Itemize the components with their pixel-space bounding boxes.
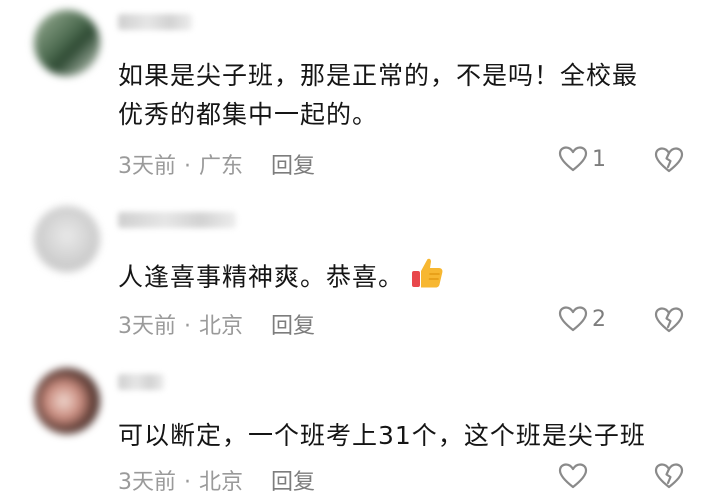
heart-outline-icon	[558, 145, 588, 173]
comment-text: 如果是尖子班，那是正常的，不是吗！全校最 优秀的都集中一起的。	[118, 56, 638, 134]
thumbs-up-icon	[408, 254, 446, 303]
comment-text: 人逢喜事精神爽。恭喜。	[118, 254, 446, 303]
comment-location: 北京	[199, 314, 244, 339]
comment-meta: 3天前 · 北京 回复	[118, 308, 315, 340]
username-blurred[interactable]	[118, 374, 164, 390]
avatar[interactable]	[34, 10, 100, 76]
dislike-button[interactable]	[654, 306, 684, 338]
broken-heart-icon	[654, 463, 684, 494]
comment-line: 优秀的都集中一起的。	[118, 100, 379, 129]
comment-line: 可以断定，一个班考上31个，这个班是尖子班	[118, 421, 646, 450]
comment-meta: 3天前 · 广东 回复	[118, 148, 315, 180]
comment-time: 3天前	[118, 154, 176, 179]
broken-heart-icon	[654, 147, 684, 178]
reply-button[interactable]: 回复	[271, 308, 315, 340]
reply-button[interactable]: 回复	[271, 464, 315, 496]
separator-dot: ·	[184, 470, 191, 495]
username-blurred[interactable]	[118, 14, 192, 30]
avatar[interactable]	[34, 368, 100, 434]
like-button[interactable]: 1	[558, 145, 606, 173]
like-button[interactable]: 2	[558, 305, 606, 333]
heart-outline-icon	[558, 305, 588, 333]
comment-line: 如果是尖子班，那是正常的，不是吗！全校最	[118, 61, 639, 90]
comment-location: 北京	[199, 470, 244, 495]
comment-time: 3天前	[118, 314, 176, 339]
dislike-button[interactable]	[654, 146, 684, 178]
separator-dot: ·	[184, 314, 191, 339]
username-blurred[interactable]	[118, 212, 236, 228]
comment-text: 可以断定，一个班考上31个，这个班是尖子班	[118, 416, 646, 455]
dislike-button[interactable]	[654, 462, 684, 494]
like-button[interactable]	[558, 462, 592, 490]
like-count: 2	[592, 306, 606, 332]
heart-outline-icon	[558, 462, 588, 490]
reply-button[interactable]: 回复	[271, 148, 315, 180]
comment-location: 广东	[199, 154, 244, 179]
comment-time: 3天前	[118, 470, 176, 495]
avatar[interactable]	[34, 206, 100, 272]
comment-meta: 3天前 · 北京 回复	[118, 464, 315, 496]
comment-line: 人逢喜事精神爽。恭喜。	[118, 262, 405, 292]
broken-heart-icon	[654, 307, 684, 338]
like-count: 1	[592, 146, 606, 172]
separator-dot: ·	[184, 154, 191, 179]
